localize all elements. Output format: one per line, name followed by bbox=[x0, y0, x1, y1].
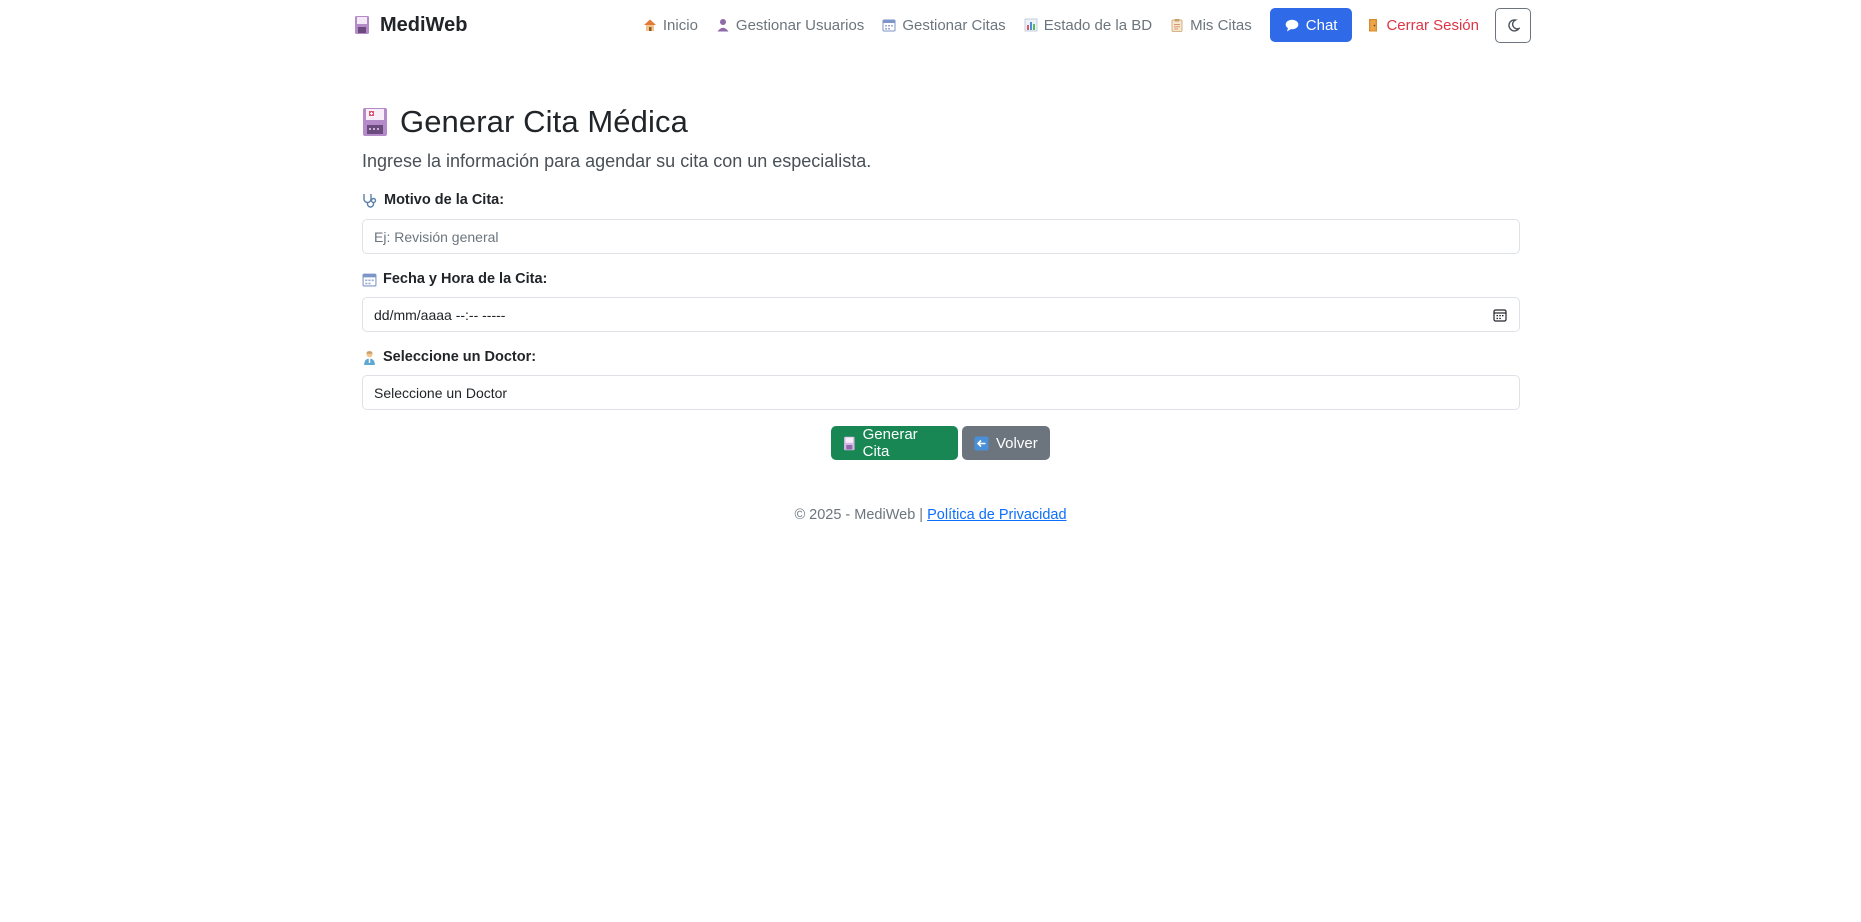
nav-link-label: Estado de la BD bbox=[1043, 16, 1153, 34]
doctor-select[interactable]: Seleccione un Doctor bbox=[362, 375, 1520, 410]
chat-button[interactable]: Chat bbox=[1269, 8, 1353, 42]
moon-icon bbox=[1507, 18, 1520, 32]
chat-button-label: Chat bbox=[1305, 16, 1338, 34]
nav-link-label: Mis Citas bbox=[1190, 16, 1252, 34]
fecha-placeholder: dd/mm/aaaa --:-- ----- bbox=[374, 306, 506, 323]
nav-link-estado-bd[interactable]: Estado de la BD bbox=[1024, 17, 1152, 34]
navbar: MediWeb Inicio Gestionar Usuarios Gestio… bbox=[0, 0, 1861, 50]
nav-link-mis-citas[interactable]: Mis Citas bbox=[1170, 17, 1252, 34]
doctor-icon bbox=[364, 350, 375, 365]
floppy-disk-icon bbox=[355, 16, 369, 34]
speech-bubble-icon bbox=[1285, 19, 1299, 31]
user-icon bbox=[717, 19, 729, 32]
clipboard-icon bbox=[1171, 19, 1183, 32]
stethoscope-icon bbox=[363, 193, 377, 208]
brand-name: MediWeb bbox=[380, 13, 468, 36]
motivo-label: Motivo de la Cita: bbox=[362, 192, 504, 208]
theme-toggle-button[interactable] bbox=[1495, 7, 1531, 43]
nav-link-gestionar-usuarios[interactable]: Gestionar Usuarios bbox=[716, 17, 864, 34]
footer: © 2025 - MediWeb | Política de Privacida… bbox=[0, 507, 1861, 523]
motivo-placeholder: Ej: Revisión general bbox=[374, 228, 499, 245]
fecha-label-text: Fecha y Hora de la Cita: bbox=[383, 271, 548, 287]
footer-text: © 2025 - MediWeb | bbox=[794, 507, 924, 523]
left-arrow-icon bbox=[974, 436, 989, 450]
date-picker-icon[interactable] bbox=[1493, 308, 1507, 322]
nav-link-gestionar-citas[interactable]: Gestionar Citas bbox=[882, 16, 1006, 34]
page-subtitle: Ingrese la información para agendar su c… bbox=[362, 151, 872, 171]
privacy-policy-link[interactable]: Política de Privacidad bbox=[927, 507, 1066, 523]
nav-link-label: Gestionar Citas bbox=[902, 16, 1006, 34]
fecha-label: Fecha y Hora de la Cita: bbox=[362, 271, 547, 287]
motivo-label-text: Motivo de la Cita: bbox=[384, 192, 505, 208]
house-icon bbox=[643, 19, 656, 31]
doctor-label: Seleccione un Doctor: bbox=[362, 349, 536, 365]
generar-cita-button[interactable]: Generar Cita bbox=[831, 426, 958, 460]
door-icon bbox=[1369, 19, 1378, 32]
nav-links: Inicio Gestionar Usuarios Gestionar Cita… bbox=[643, 7, 1531, 43]
doctor-select-value: Seleccione un Doctor bbox=[374, 384, 508, 401]
nav-link-label: Inicio bbox=[662, 16, 698, 34]
logout-label: Cerrar Sesión bbox=[1386, 16, 1479, 34]
doctor-label-text: Seleccione un Doctor: bbox=[383, 349, 537, 365]
volver-button[interactable]: Volver bbox=[962, 426, 1050, 460]
floppy-disk-icon bbox=[363, 108, 387, 136]
form-actions: Generar Cita Volver bbox=[831, 426, 1050, 460]
page-heading: Generar Cita Médica bbox=[400, 104, 688, 139]
volver-label: Volver bbox=[996, 434, 1038, 452]
calendar-icon bbox=[362, 273, 377, 286]
brand[interactable]: MediWeb bbox=[354, 12, 467, 38]
logout-link[interactable]: Cerrar Sesión bbox=[1366, 17, 1479, 34]
page-title: Generar Cita Médica bbox=[362, 104, 688, 140]
nav-link-inicio[interactable]: Inicio bbox=[643, 17, 698, 34]
generar-cita-label: Generar Cita bbox=[862, 426, 918, 460]
motivo-input[interactable]: Ej: Revisión general bbox=[362, 219, 1520, 254]
fecha-input[interactable]: dd/mm/aaaa --:-- ----- bbox=[362, 297, 1520, 332]
bar-chart-icon bbox=[1024, 18, 1038, 32]
nav-link-label: Gestionar Usuarios bbox=[735, 16, 865, 34]
calendar-icon bbox=[882, 19, 896, 32]
floppy-disk-icon bbox=[844, 436, 855, 450]
